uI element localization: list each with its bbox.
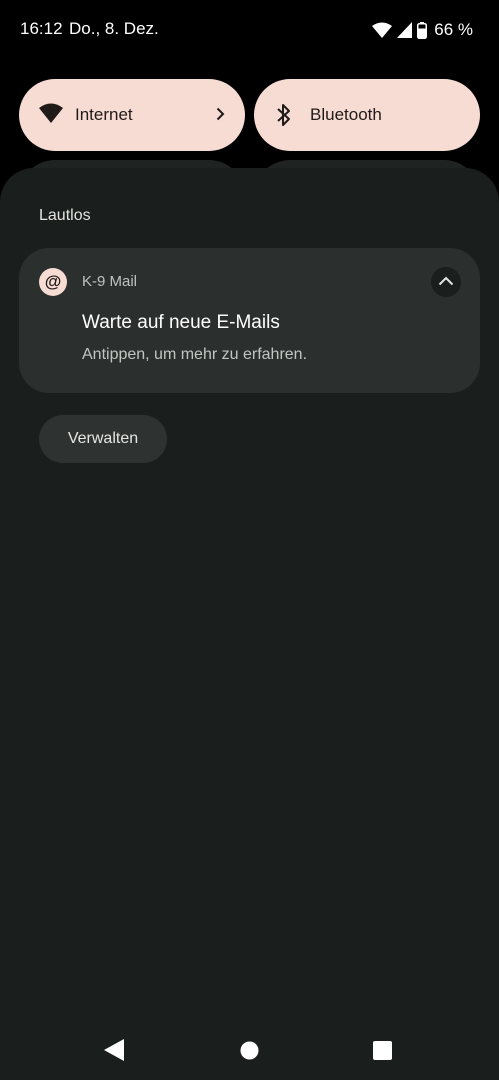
at-sign-icon: @ [39, 268, 67, 296]
status-time: 16:12 [20, 19, 63, 38]
collapse-button[interactable] [431, 267, 461, 297]
chevron-right-icon[interactable] [216, 107, 225, 126]
notification-app-name: K-9 Mail [82, 273, 138, 290]
notification-card[interactable]: @ K-9 Mail Warte auf neue E-Mails Antipp… [19, 248, 480, 393]
notification-text: Antippen, um mehr zu erfahren. [82, 346, 308, 363]
bluetooth-icon [276, 103, 292, 132]
status-bar: 16:12 Do., 8. Dez. 66 % [0, 0, 499, 58]
tile-label-bluetooth: Bluetooth [310, 105, 382, 124]
wifi-icon [372, 22, 393, 38]
recents-icon[interactable] [373, 1041, 392, 1065]
notification-title: Warte auf neue E-Mails [82, 312, 280, 333]
status-icons: 66 % [372, 19, 473, 41]
battery-percentage: 66 % [434, 20, 473, 39]
back-icon[interactable] [104, 1039, 124, 1066]
tile-label-internet: Internet [75, 105, 133, 124]
wifi-icon [39, 103, 63, 128]
battery-icon [417, 21, 428, 39]
signal-icon [397, 22, 413, 38]
home-icon[interactable] [240, 1041, 259, 1065]
tile-internet[interactable]: Internet [19, 79, 245, 151]
section-header-silent: Lautlos [39, 207, 91, 224]
tile-bluetooth[interactable]: Bluetooth [254, 79, 480, 151]
status-date: Do., 8. Dez. [69, 19, 159, 38]
manage-button[interactable]: Verwalten [39, 415, 167, 463]
